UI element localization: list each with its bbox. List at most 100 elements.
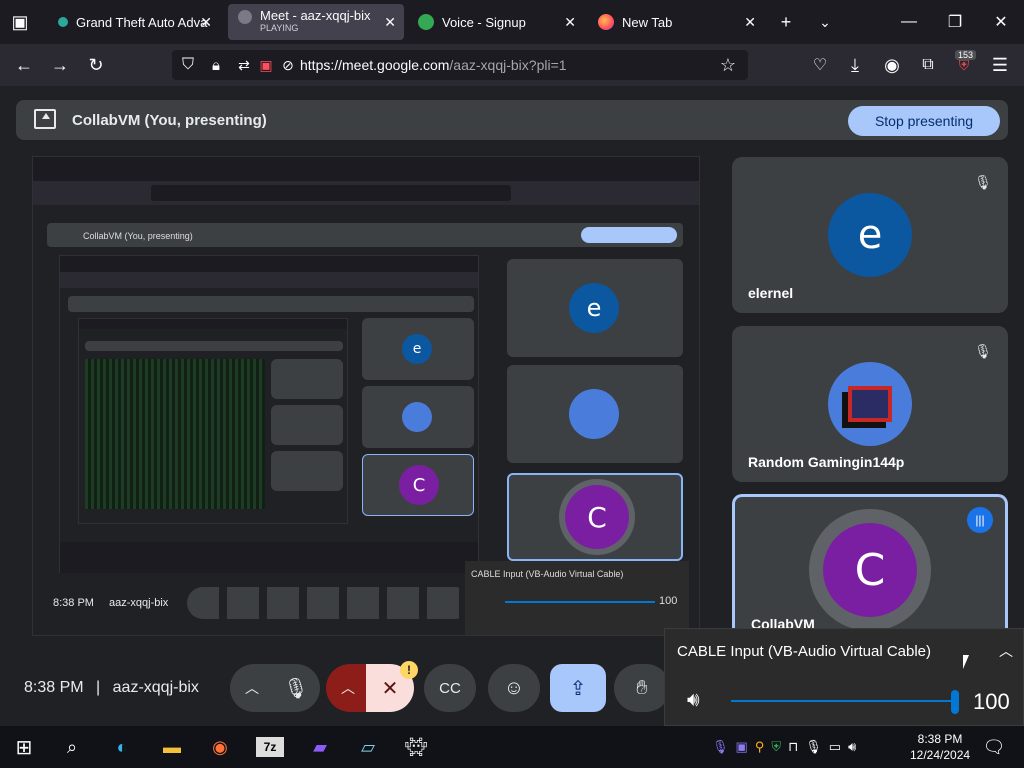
tab-overview-icon[interactable]: ▣ (8, 10, 32, 34)
nested-audio-track (505, 601, 655, 603)
close-tab-icon[interactable]: ✕ (564, 14, 576, 31)
windows-start-icon[interactable]: ⊞ (10, 733, 38, 761)
7zip-icon[interactable]: 7z (256, 737, 284, 757)
pocket-icon[interactable]: ♡ (808, 53, 832, 77)
nested-audio-title: CABLE Input (VB-Audio Virtual Cable) (471, 569, 624, 579)
nested-avatar: e (402, 334, 432, 364)
tab-label: Voice - Signup (442, 14, 526, 30)
mic-in-use-icon[interactable]: 🎙︎ (712, 739, 729, 755)
winaero-icon[interactable]: ▰ (306, 733, 334, 761)
game-controller-icon[interactable]: 👾︎ (402, 733, 430, 761)
shield-tray-icon[interactable]: ⛨ (771, 739, 781, 755)
stop-presenting-button[interactable]: Stop presenting (848, 106, 1000, 136)
present-now-button[interactable]: ⇪ (550, 664, 606, 712)
collapse-chevron-icon[interactable]: ︿ (999, 641, 1013, 661)
audio-device-name[interactable]: CABLE Input (VB-Audio Virtual Cable) (677, 643, 931, 660)
reload-icon[interactable]: ↻ (84, 53, 108, 77)
mic-off-icon: 🎙︎ (974, 342, 992, 359)
autoplay-blocked-icon[interactable]: ⊘ (276, 53, 300, 77)
network-icon[interactable]: ▭ (829, 739, 841, 755)
account-icon[interactable]: ◉ (880, 53, 904, 77)
nested-stop-button (581, 227, 677, 243)
emoji-reactions-button[interactable]: ☺ (488, 664, 540, 712)
close-tab-icon[interactable]: ✕ (384, 14, 396, 31)
usb-icon[interactable]: ⊓ (788, 739, 798, 755)
microphone-button[interactable]: 🎙︎ (272, 664, 320, 712)
meeting-code: aaz-xqqj-bix (112, 679, 199, 696)
firefox-taskbar-icon[interactable]: ◉ (206, 733, 234, 761)
edge-icon[interactable]: ◐ (108, 733, 136, 761)
lock-icon[interactable]: 🔒︎ (204, 53, 228, 77)
tab-voice[interactable]: Voice - Signup ✕ (408, 4, 584, 40)
tab-meet[interactable]: Meet - aaz-xqqj-bix PLAYING ✕ (228, 4, 404, 40)
nested-tab-bar (33, 157, 699, 181)
captions-button[interactable]: CC (424, 664, 476, 712)
teams-icon[interactable]: ▣ (736, 739, 748, 755)
google-voice-icon (418, 14, 434, 30)
url-text[interactable]: https://meet.google.com/aaz-xqqj-bix?pli… (300, 57, 567, 73)
back-arrow-icon[interactable]: ← (12, 53, 36, 77)
download-icon[interactable]: ⤓ (843, 53, 867, 77)
list-tabs-chevron-icon[interactable]: ⌄ (813, 10, 837, 34)
nested-presenting-bar (68, 296, 474, 312)
nested-avatar (402, 402, 432, 432)
new-tab-plus-icon[interactable]: + (774, 10, 798, 34)
minimize-icon[interactable]: — (886, 0, 932, 44)
search-tray-icon[interactable]: ⚲ (755, 739, 765, 755)
close-tab-icon[interactable]: ✕ (744, 14, 756, 31)
notepad-icon[interactable]: ▱ (354, 733, 382, 761)
meeting-separator: | (96, 679, 101, 696)
mic-off-icon: 🎙︎ (974, 173, 992, 190)
mic-options-button[interactable]: ︿ (230, 664, 274, 712)
permissions-icon[interactable]: ⇄ (232, 53, 256, 77)
notification-badge: 153 (955, 50, 977, 60)
close-tab-icon[interactable]: ✕ (200, 14, 212, 31)
participant-tile-collabvm[interactable]: ||| C CollabVM (732, 494, 1008, 644)
avatar-elernel: e (828, 193, 912, 277)
nested-avatar: C (399, 465, 439, 505)
volume-tray-icon[interactable]: 🔊︎ (848, 739, 856, 755)
file-explorer-icon[interactable]: ▬ (158, 733, 186, 761)
shield-icon[interactable]: ⛉ (176, 53, 200, 77)
camera-alert-badge: ! (400, 661, 418, 679)
notifications-icon[interactable]: 🗨︎ (980, 733, 1008, 761)
hamburger-menu-icon[interactable]: ☰ (988, 53, 1012, 77)
nested-avatar: e (569, 283, 619, 333)
taskbar-date: 12/24/2024 (910, 748, 971, 762)
avatar-random-gamingin144p (828, 362, 912, 446)
taskbar-clock[interactable]: 8:38 PM 12/24/2024 (910, 731, 970, 763)
nested-tab-bar (60, 256, 478, 272)
microphone-tray-icon[interactable]: 🎙︎ (805, 739, 822, 755)
audio-device-popup: CABLE Input (VB-Audio Virtual Cable) ︿ 🔊… (664, 628, 1024, 726)
participant-tile-random-gamingin144p[interactable]: 🎙︎ Random Gamingin144p (732, 326, 1008, 482)
nested-tab-bar (79, 319, 347, 329)
tab-label: Grand Theft Auto Adva (76, 14, 208, 30)
nested-green-grid (85, 359, 265, 509)
tab-gta[interactable]: Grand Theft Auto Adva ✕ (48, 4, 220, 40)
url-path: /aaz-xqqj-bix?pli=1 (449, 57, 567, 73)
nested-tile: e (362, 318, 474, 380)
taskbar-time: 8:38 PM (917, 732, 963, 746)
extensions-icon[interactable]: ⧉ (916, 53, 940, 77)
volume-slider-track[interactable] (731, 700, 957, 702)
nested-tile (271, 451, 343, 491)
speaker-playing-icon[interactable] (238, 10, 252, 24)
firefox-icon (598, 14, 614, 30)
bookmark-star-icon[interactable]: ☆ (716, 53, 740, 77)
volume-slider-thumb[interactable] (951, 690, 959, 714)
avatar-box-art (848, 386, 892, 422)
nested-tile-elernel: e (507, 259, 683, 357)
nested-screen-level-1: CollabVM (You, presenting) e C e C 8:38 … (32, 156, 700, 636)
speaker-icon[interactable]: 🔊︎ (687, 689, 700, 712)
raise-hand-button[interactable]: ✋︎ (614, 664, 670, 712)
participant-tile-elernel[interactable]: 🎙︎ e elernel (732, 157, 1008, 313)
camera-options-button[interactable]: ︿ (326, 664, 370, 712)
search-icon[interactable]: ⌕ (58, 733, 86, 761)
nested-presenting-bar (85, 341, 343, 351)
forward-arrow-icon[interactable]: → (48, 53, 72, 77)
tab-newtab[interactable]: New Tab ✕ (588, 4, 764, 40)
close-window-icon[interactable]: ✕ (978, 0, 1024, 44)
gta-favicon-icon (58, 17, 68, 27)
screen-share-indicator-icon[interactable]: ▣ (254, 53, 278, 77)
maximize-icon[interactable]: ❐ (932, 0, 978, 44)
